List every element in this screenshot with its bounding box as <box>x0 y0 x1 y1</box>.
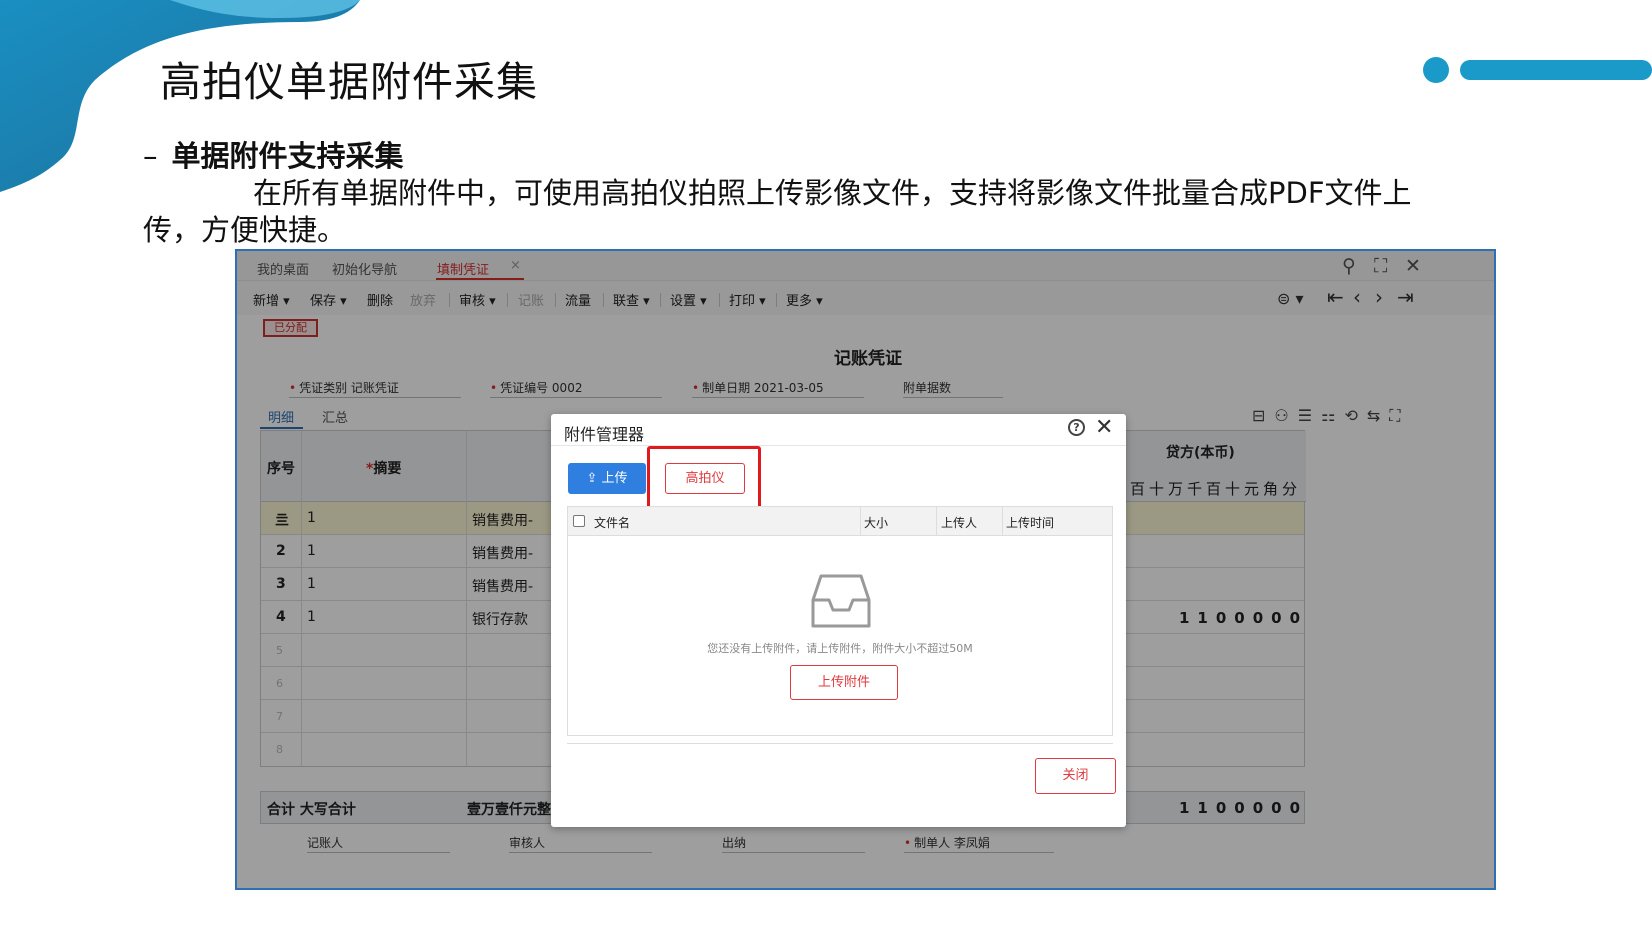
dialog-title: 附件管理器 <box>564 425 645 444</box>
slide-title: 高拍仪单据附件采集 <box>160 58 538 106</box>
upload-button[interactable]: ⇪ 上传 <box>568 463 646 494</box>
file-table-header: 文件名 大小 上传人 上传时间 <box>568 507 1112 536</box>
empty-state-text: 您还没有上传附件，请上传附件，附件大小不超过50M <box>707 642 973 655</box>
dialog-close-icon[interactable]: ✕ <box>1095 415 1113 440</box>
col-size[interactable]: 大小 <box>864 514 888 531</box>
bullet-heading: – 单据附件支持采集 <box>143 133 404 175</box>
app-screenshot: 我的桌面 初始化导航 填制凭证 × ⚲ ⛶ ✕ 新增 ▾ 保存 ▾ 删除 放弃 … <box>235 249 1496 890</box>
dialog-footer-divider <box>567 743 1113 744</box>
attachment-manager-dialog: 附件管理器 ? ✕ ⇪ 上传 高拍仪 文件名 大小 上传人 上传时间 您还没有上… <box>551 414 1126 827</box>
help-icon[interactable]: ? <box>1068 419 1085 436</box>
decorative-pill <box>1423 57 1652 83</box>
bullet-dash: – <box>143 139 158 173</box>
highlight-box <box>647 446 761 510</box>
dialog-divider <box>551 445 1126 446</box>
empty-inbox-icon <box>811 574 871 628</box>
col-uploader[interactable]: 上传人 <box>941 514 977 531</box>
column-divider <box>936 507 937 536</box>
select-all-checkbox[interactable] <box>573 515 585 527</box>
col-upload-time[interactable]: 上传时间 <box>1006 514 1054 531</box>
bullet-text: 单据附件支持采集 <box>171 139 404 173</box>
file-table: 文件名 大小 上传人 上传时间 您还没有上传附件，请上传附件，附件大小不超过50… <box>567 506 1113 736</box>
col-filename[interactable]: 文件名 <box>594 514 630 531</box>
close-button[interactable]: 关闭 <box>1035 758 1116 794</box>
column-divider <box>1002 507 1003 536</box>
description-line-2: 传，方便快捷。 <box>143 213 347 247</box>
upload-attachment-button[interactable]: 上传附件 <box>790 665 898 700</box>
column-divider <box>860 507 861 536</box>
description-line-1: 在所有单据附件中，可使用高拍仪拍照上传影像文件，支持将影像文件批量合成PDF文件… <box>253 176 1412 210</box>
